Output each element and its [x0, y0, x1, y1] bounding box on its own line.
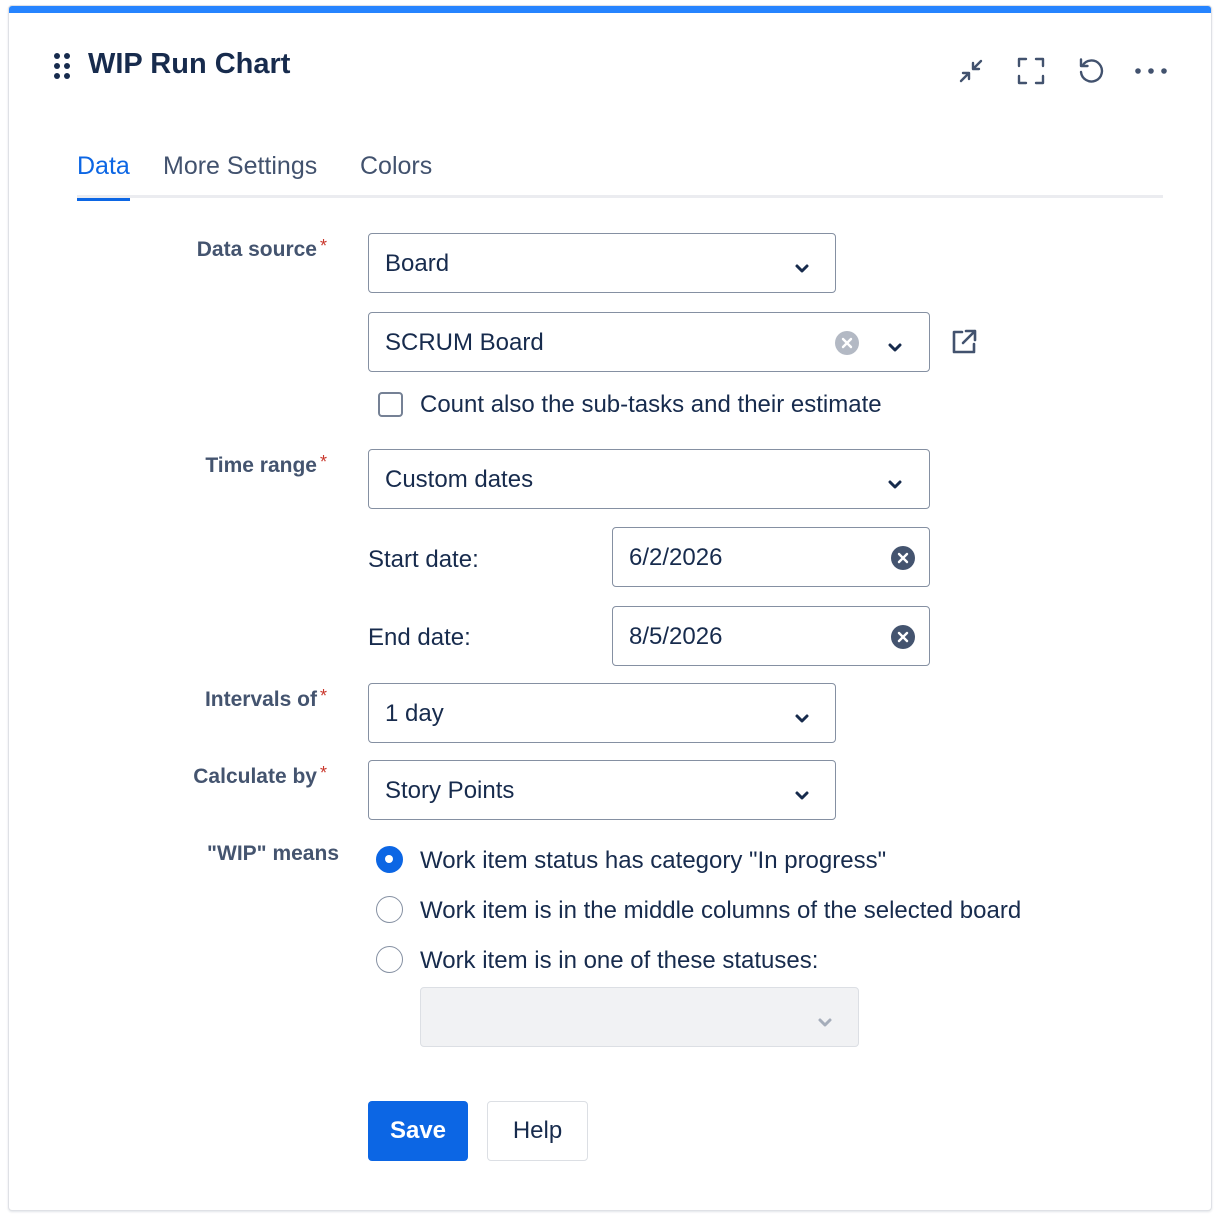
subtasks-checkbox[interactable]: [378, 392, 403, 417]
chevron-down-icon: [817, 1010, 833, 1027]
end-date-label: End date:: [368, 624, 471, 651]
data-source-label: Data source *: [196, 236, 327, 261]
drag-handle-icon[interactable]: [52, 53, 74, 83]
minimize-icon[interactable]: [951, 51, 991, 91]
calculate-by-label: Calculate by *: [193, 763, 327, 788]
intervals-select[interactable]: 1 day: [368, 683, 836, 743]
end-date-value: 8/5/2026: [629, 623, 723, 650]
required-mark: *: [319, 236, 327, 256]
chevron-down-icon: [794, 256, 810, 273]
end-date-field[interactable]: 8/5/2026: [612, 606, 930, 666]
data-source-type-value: Board: [385, 250, 450, 277]
intervals-value: 1 day: [385, 700, 444, 727]
required-mark: *: [319, 763, 327, 783]
open-external-icon[interactable]: [944, 322, 984, 362]
tab-more-settings[interactable]: More Settings: [163, 152, 317, 198]
wip-option-label: Work item is in the middle columns of th…: [420, 897, 1022, 924]
wip-option-label: Work item is in one of these statuses:: [420, 947, 819, 974]
fullscreen-icon[interactable]: [1011, 51, 1051, 91]
chevron-down-icon: [887, 335, 903, 352]
chevron-down-icon: [794, 783, 810, 800]
card-accent-bar: [9, 6, 1211, 13]
chevron-down-icon: [887, 472, 903, 489]
clear-icon[interactable]: [891, 546, 915, 570]
data-source-type-select[interactable]: Board: [368, 233, 836, 293]
calculate-by-value: Story Points: [385, 777, 515, 804]
tab-colors[interactable]: Colors: [360, 152, 432, 198]
required-mark: *: [319, 452, 327, 472]
gadget-card: WIP Run Chart Data More Settings Colors …: [8, 5, 1212, 1211]
wip-option-label: Work item status has category "In progre…: [420, 847, 887, 874]
more-icon[interactable]: [1131, 51, 1171, 91]
time-range-select[interactable]: Custom dates: [368, 449, 930, 509]
gadget-title: WIP Run Chart: [88, 48, 291, 80]
calculate-by-select[interactable]: Story Points: [368, 760, 836, 820]
wip-radio-status-category[interactable]: [376, 846, 403, 873]
clear-icon[interactable]: [891, 625, 915, 649]
intervals-label: Intervals of *: [204, 686, 327, 711]
required-mark: *: [319, 686, 327, 706]
wip-radio-middle-columns[interactable]: [376, 896, 403, 923]
wip-radio-statuses[interactable]: [376, 946, 403, 973]
start-date-label: Start date:: [368, 546, 479, 573]
tab-bar: Data More Settings Colors: [77, 152, 1163, 201]
refresh-icon[interactable]: [1071, 51, 1111, 91]
help-button[interactable]: Help: [487, 1101, 588, 1161]
clear-icon[interactable]: [835, 331, 859, 355]
statuses-select[interactable]: [420, 987, 859, 1047]
time-range-value: Custom dates: [385, 466, 534, 493]
tab-data[interactable]: Data: [77, 152, 130, 201]
start-date-field[interactable]: 6/2/2026: [612, 527, 930, 587]
board-value: SCRUM Board: [385, 329, 544, 356]
time-range-label: Time range *: [205, 452, 327, 477]
wip-means-label: "WIP" means: [207, 842, 339, 865]
chevron-down-icon: [794, 706, 810, 723]
start-date-value: 6/2/2026: [629, 544, 723, 571]
subtasks-label: Count also the sub-tasks and their estim…: [420, 391, 882, 418]
save-button[interactable]: Save: [368, 1101, 468, 1161]
board-select[interactable]: SCRUM Board: [368, 312, 930, 372]
